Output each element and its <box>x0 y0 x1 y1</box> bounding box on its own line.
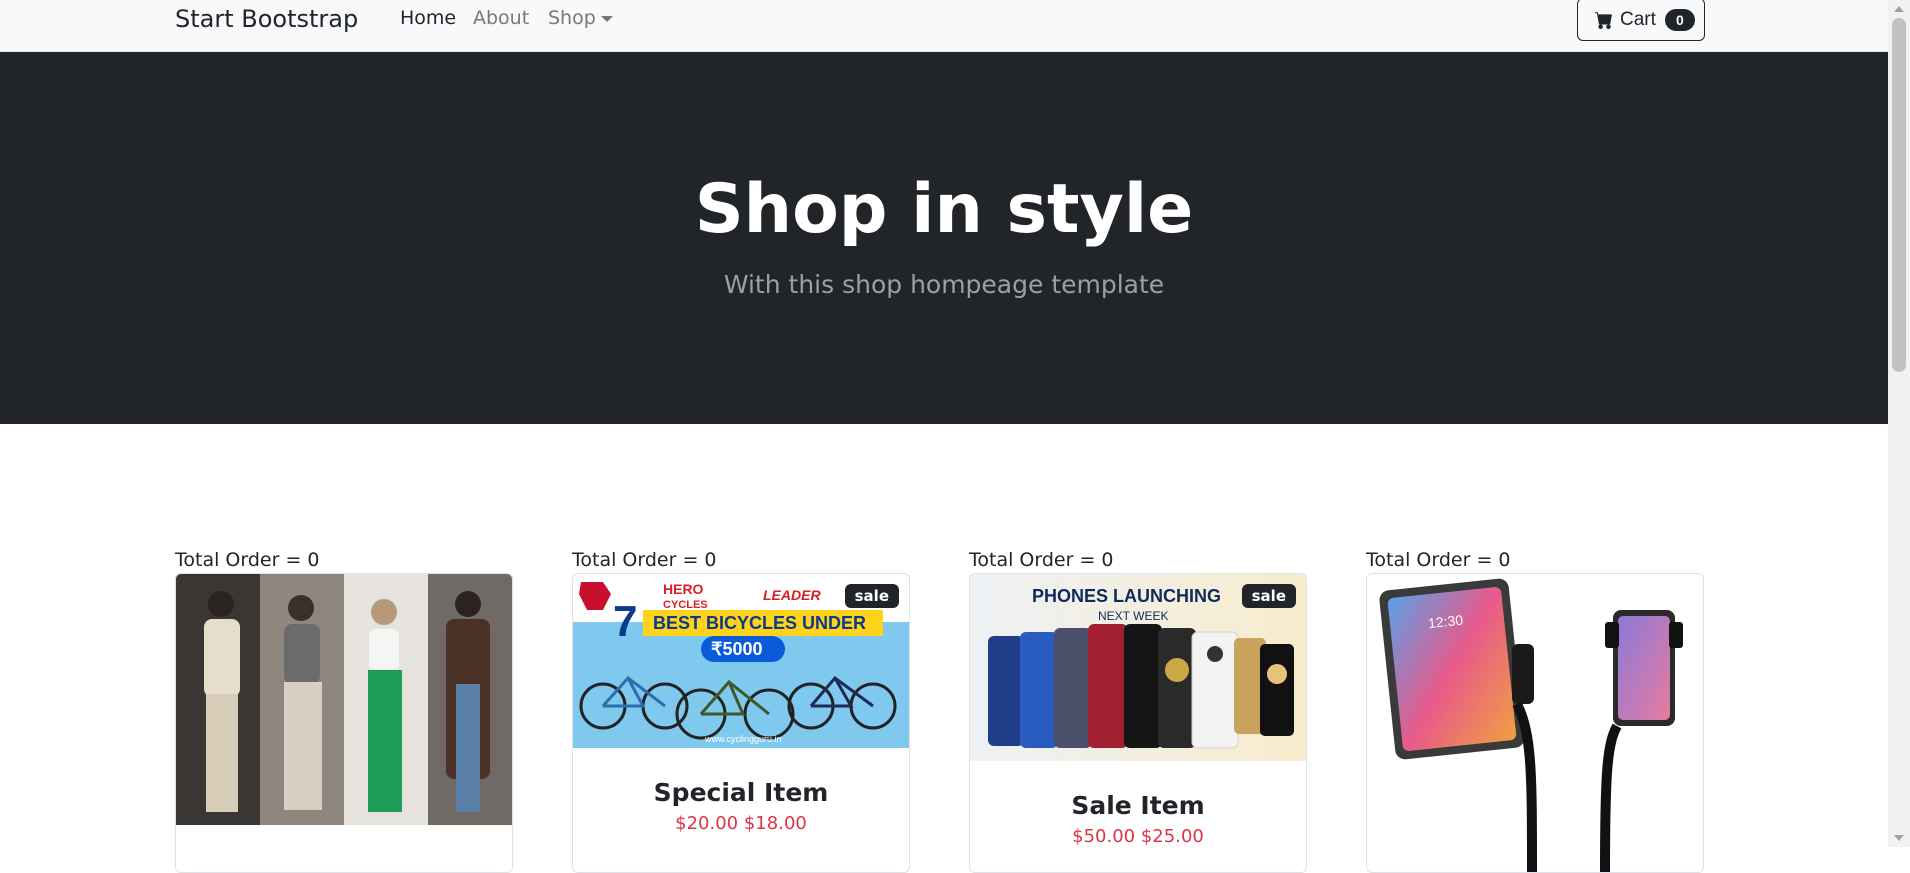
product-column: Total Order = 0 12:30 <box>1366 548 1704 873</box>
product-price: $50.00 $25.00 <box>970 826 1306 847</box>
svg-text:₹5000: ₹5000 <box>711 639 763 659</box>
cart-count-badge: 0 <box>1664 8 1695 31</box>
svg-text:NEXT WEEK: NEXT WEEK <box>1098 609 1168 623</box>
old-price: $20.00 <box>675 813 739 834</box>
svg-text:BEST BICYCLES UNDER: BEST BICYCLES UNDER <box>653 613 866 633</box>
chevron-down-icon <box>600 16 613 22</box>
product-card[interactable]: HERO CYCLES LEADER 7 BEST BICYCLES UNDER… <box>572 573 910 873</box>
scroll-down-icon[interactable] <box>1894 835 1904 841</box>
product-column: Total Order = 0 HERO CYCLES LEADER 7 BES… <box>572 548 910 873</box>
product-title: Special Item <box>653 778 829 807</box>
sale-badge: sale <box>1241 584 1296 608</box>
nav-home-link[interactable]: Home <box>400 7 456 29</box>
new-price: $25.00 <box>1140 826 1204 847</box>
new-price: $18.00 <box>743 813 807 834</box>
sale-badge: sale <box>844 584 899 608</box>
hero-subtitle: With this shop hompeage template <box>723 270 1165 299</box>
cart-label: Cart <box>1620 8 1656 30</box>
old-price: $50.00 <box>1072 826 1136 847</box>
scroll-up-icon[interactable] <box>1894 6 1904 12</box>
product-column: Total Order = 0 <box>175 548 513 873</box>
cart-button[interactable]: Cart 0 <box>1577 0 1705 41</box>
product-title: Sale Item <box>1071 791 1205 820</box>
hero-title: Shop in style <box>694 170 1194 249</box>
svg-text:www.cyclingguru.in: www.cyclingguru.in <box>704 734 782 744</box>
product-price: $20.00 $18.00 <box>573 813 909 834</box>
svg-text:7: 7 <box>613 597 637 646</box>
cart-icon <box>1595 11 1612 29</box>
product-image[interactable] <box>176 574 512 825</box>
total-order-label: Total Order = 0 <box>969 549 1114 571</box>
svg-text:HERO: HERO <box>663 581 704 597</box>
product-image[interactable]: 12:30 <box>1367 574 1703 873</box>
svg-text:LEADER: LEADER <box>763 587 821 603</box>
brand-link[interactable]: Start Bootstrap <box>175 5 358 33</box>
total-order-label: Total Order = 0 <box>175 549 320 571</box>
nav-shop-dropdown[interactable]: Shop <box>548 7 613 29</box>
product-card[interactable] <box>175 573 513 873</box>
vertical-scrollbar[interactable] <box>1888 0 1910 847</box>
nav-shop-label: Shop <box>548 7 596 29</box>
navbar: Start Bootstrap Home About Shop Cart 0 <box>0 0 1888 52</box>
scrollbar-thumb[interactable] <box>1892 18 1906 372</box>
product-card[interactable]: PHONES LAUNCHING NEXT WEEK sale Sale Ite… <box>969 573 1307 873</box>
svg-text:PHONES LAUNCHING: PHONES LAUNCHING <box>1032 586 1221 606</box>
nav-about-link[interactable]: About <box>473 7 529 29</box>
product-column: Total Order = 0 PHONES LAUNCHING NEXT WE… <box>969 548 1307 873</box>
total-order-label: Total Order = 0 <box>1366 549 1511 571</box>
hero-section: Shop in style With this shop hompeage te… <box>0 52 1888 424</box>
product-card[interactable]: 12:30 <box>1366 573 1704 873</box>
svg-text:CYCLES: CYCLES <box>663 599 708 611</box>
total-order-label: Total Order = 0 <box>572 549 717 571</box>
